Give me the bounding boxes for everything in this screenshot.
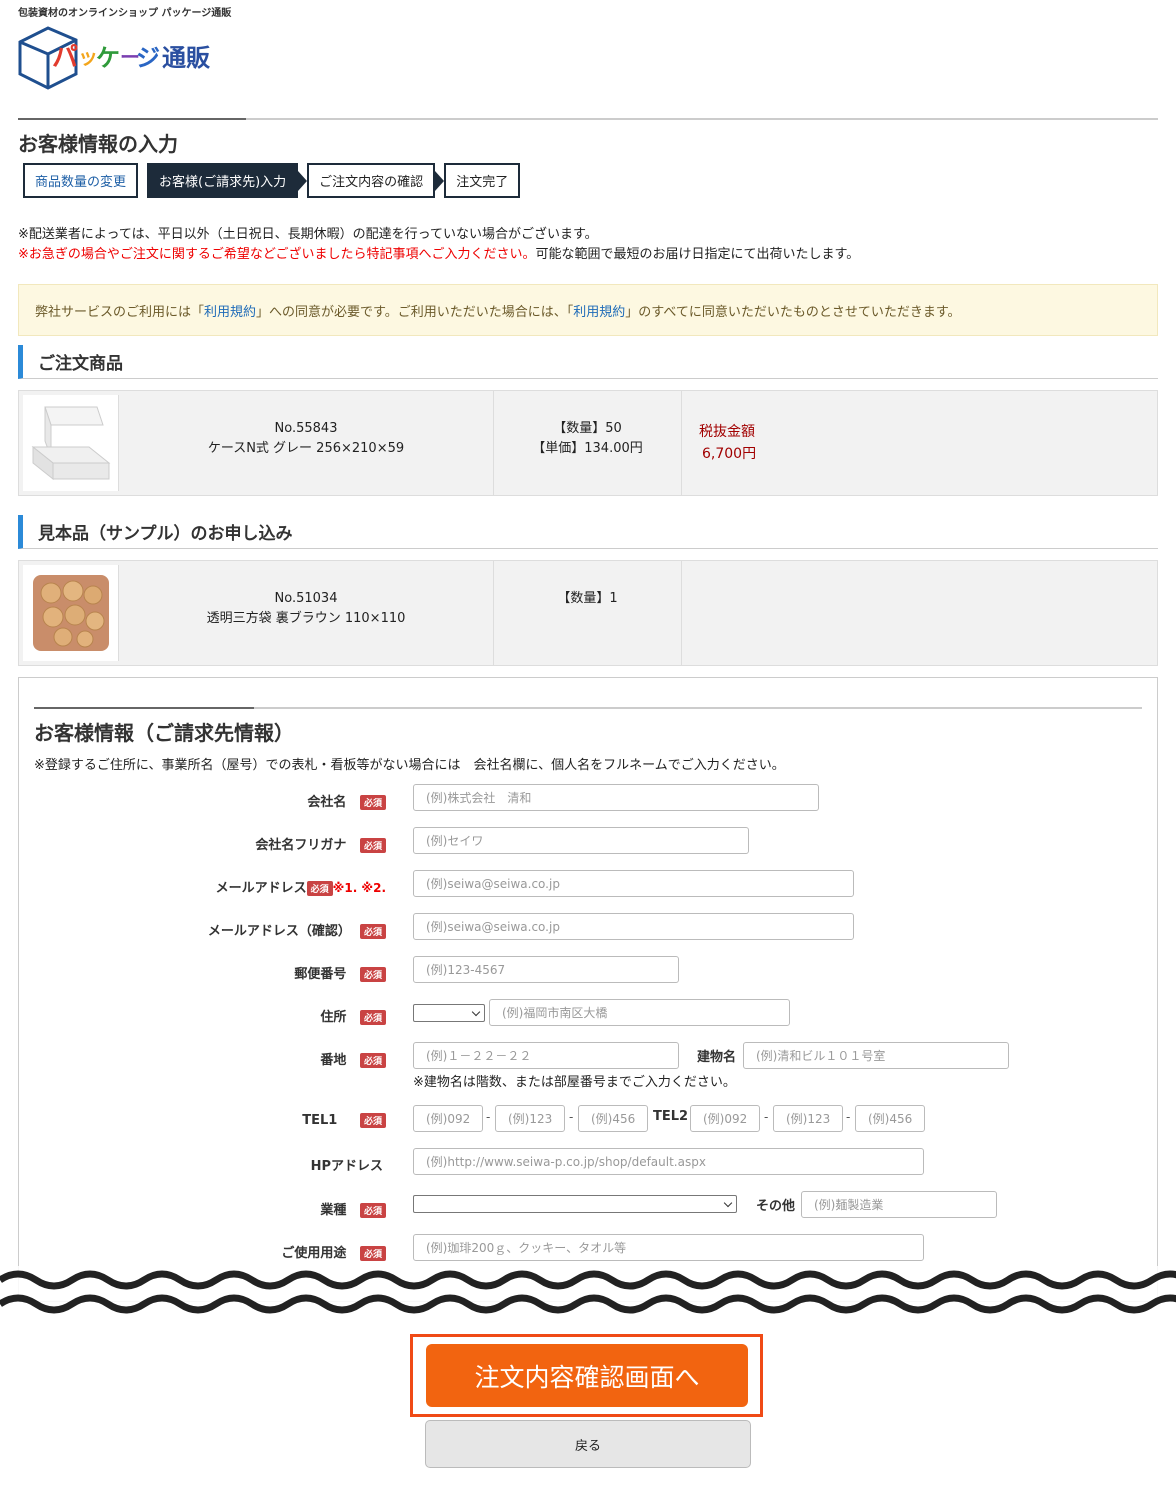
email-note: ※1. ※2.	[332, 881, 386, 895]
tel1-area-input[interactable]: (例)092	[413, 1105, 483, 1132]
required-badge: 必須	[359, 795, 386, 810]
address-label: 住所 必須	[320, 1006, 386, 1025]
delivery-note-1: ※配送業者によっては、平日以外（土日祝日、長期休暇）の配達を行っていない場合がご…	[18, 227, 598, 242]
email-input[interactable]: (例)seiwa@seiwa.co.jp	[413, 870, 854, 897]
order-section-title: ご注文商品	[18, 345, 1158, 379]
hp-label: HPアドレス	[310, 1159, 383, 1174]
building-input[interactable]: (例)清和ビル１０１号室	[743, 1042, 1009, 1069]
required-badge: 必須	[359, 1053, 386, 1068]
street-label: 番地 必須	[320, 1049, 386, 1068]
street-input[interactable]: (例)１－２２－２２	[413, 1042, 679, 1069]
email-confirm-label: メールアドレス（確認） 必須	[208, 920, 386, 939]
email-confirm-input[interactable]: (例)seiwa@seiwa.co.jp	[413, 913, 854, 940]
address-input[interactable]: (例)福岡市南区大橋	[489, 999, 790, 1026]
required-badge: 必須	[359, 924, 386, 939]
sample-name: 透明三方袋 裏ブラウン 110×110	[206, 611, 406, 626]
other-label: その他	[756, 1199, 796, 1214]
svg-text:パ: パ	[52, 43, 78, 73]
terms-link-2[interactable]: 利用規約	[573, 301, 625, 320]
sample-section-title: 見本品（サンプル）のお申し込み	[18, 515, 1158, 549]
other-industry-input[interactable]: (例)麺製造業	[801, 1191, 997, 1218]
email-label: メールアドレス 必須 ※1. ※2.	[215, 881, 386, 896]
svg-text:ッ: ッ	[78, 45, 98, 69]
product-name: ケースN式 グレー 256×210×59	[207, 441, 405, 456]
industry-select[interactable]	[413, 1195, 737, 1213]
company-input[interactable]: (例)株式会社 清和	[413, 784, 819, 811]
zip-label: 郵便番号 必須	[294, 963, 386, 982]
sample-number: No.51034	[274, 591, 338, 606]
hp-input[interactable]: (例)http://www.seiwa-p.co.jp/shop/default…	[413, 1148, 924, 1175]
building-note: ※建物名は階数、または部屋番号までご入力ください。	[413, 1075, 736, 1090]
svg-text:ジ: ジ	[136, 44, 160, 72]
form-note: ※登録するご住所に、事業所名（屋号）での表札・看板等がない場合には 会社名欄に、…	[34, 758, 785, 773]
tel2-label: TEL2	[653, 1109, 689, 1124]
product-unit-price: 【単価】134.00円	[532, 441, 643, 456]
step-change-quantity[interactable]: 商品数量の変更	[23, 163, 139, 198]
step-order-complete: 注文完了	[444, 163, 521, 198]
delivery-note-2: ※お急ぎの場合やご注文に関するご希望などございましたら特記事項へご入力ください。…	[18, 247, 860, 262]
usage-label: ご使用用途 必須	[281, 1242, 386, 1261]
required-badge: 必須	[359, 1203, 386, 1218]
product-amount: 6,700円	[702, 446, 757, 462]
checkout-steps: 商品数量の変更 お客様(ご請求先)入力 ご注文内容の確認 注文完了	[23, 163, 529, 198]
industry-label: 業種 必須	[320, 1199, 386, 1218]
required-badge: 必須	[359, 838, 386, 853]
svg-text:通販: 通販	[162, 44, 211, 72]
page-title: お客様情報の入力	[18, 132, 178, 156]
tel2-exchange-input[interactable]: (例)123	[773, 1105, 843, 1132]
svg-text:ケ: ケ	[96, 44, 120, 72]
form-divider	[34, 707, 1142, 709]
terms-link-1[interactable]: 利用規約	[204, 301, 256, 320]
terms-notice: 弊社サービスのご利用には「 利用規約 」への同意が必要です。ご利用いただいた場合には…	[18, 284, 1158, 336]
required-badge: 必須	[359, 1246, 386, 1261]
back-button[interactable]: 戻る	[425, 1420, 751, 1468]
product-number: No.55843	[274, 421, 338, 436]
form-title: お客様情報（ご請求先情報）	[34, 721, 294, 745]
title-divider	[18, 118, 1158, 120]
delivery-notes: ※配送業者によっては、平日以外（土日祝日、長期休暇）の配達を行っていない場合がご…	[18, 225, 859, 265]
company-kana-label: 会社名フリガナ 必須	[255, 834, 386, 853]
step-customer-input: お客様(ご請求先)入力	[147, 163, 308, 198]
sample-image[interactable]	[23, 565, 119, 661]
zip-input[interactable]: (例)123-4567	[413, 956, 679, 983]
tel2-area-input[interactable]: (例)092	[690, 1105, 760, 1132]
building-label: 建物名	[697, 1050, 737, 1065]
site-logo[interactable]: パ ッ ケ ー ジ 通販	[16, 20, 216, 90]
product-image[interactable]	[23, 395, 119, 491]
tel1-label: TEL1 必須	[302, 1113, 386, 1128]
order-item-row: No.55843 ケースN式 グレー 256×210×59 【数量】50 【単価…	[18, 390, 1158, 496]
site-tagline: 包装資材のオンラインショップ パッケージ通販	[18, 8, 232, 19]
sample-quantity: 【数量】1	[557, 591, 618, 606]
tel1-exchange-input[interactable]: (例)123	[495, 1105, 565, 1132]
tax-excluded-label: 税抜金額	[699, 424, 755, 440]
company-kana-input[interactable]: (例)セイワ	[413, 827, 749, 854]
tel2-number-input[interactable]: (例)456	[855, 1105, 925, 1132]
confirm-order-button[interactable]: 注文内容確認画面へ	[426, 1344, 748, 1407]
usage-input[interactable]: (例)珈琲200ｇ、クッキー、タオル等	[413, 1234, 924, 1261]
required-badge: 必須	[359, 1010, 386, 1025]
cut-separator	[0, 1266, 1176, 1322]
tel1-number-input[interactable]: (例)456	[578, 1105, 648, 1132]
required-badge: 必須	[359, 1113, 386, 1128]
required-badge: 必須	[359, 967, 386, 982]
sample-item-row: No.51034 透明三方袋 裏ブラウン 110×110 【数量】1	[18, 560, 1158, 666]
company-label: 会社名 必須	[307, 791, 386, 810]
prefecture-select[interactable]	[413, 1004, 485, 1022]
step-confirm-order: ご注文内容の確認	[307, 163, 445, 198]
product-quantity: 【数量】50	[553, 421, 622, 436]
required-badge: 必須	[306, 881, 333, 896]
